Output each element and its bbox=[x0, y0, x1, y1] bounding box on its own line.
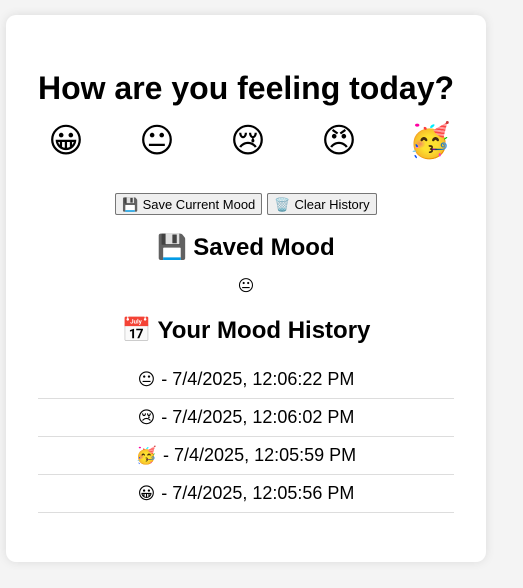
party-face-icon: 🥳 bbox=[135, 445, 158, 465]
page-title: How are you feeling today? bbox=[37, 70, 455, 106]
history-entry-text: - 7/4/2025, 12:05:56 PM bbox=[161, 483, 355, 503]
history-entry: 😢 - 7/4/2025, 12:06:02 PM bbox=[38, 399, 454, 437]
mood-picker: 😀 😐 😢 😠 🥳 bbox=[44, 119, 452, 163]
mood-card: How are you feeling today? 😀 😐 😢 😠 🥳 💾 S… bbox=[6, 15, 486, 562]
grinning-face-icon: 😀 bbox=[137, 483, 156, 503]
action-bar: 💾 Save Current Mood 🗑️ Clear History bbox=[6, 193, 486, 215]
history-entry-text: - 7/4/2025, 12:05:59 PM bbox=[163, 445, 357, 465]
calendar-icon: 📅 bbox=[121, 317, 152, 344]
save-mood-label: Save Current Mood bbox=[142, 196, 256, 212]
history-entry: 🥳 - 7/4/2025, 12:05:59 PM bbox=[38, 437, 454, 475]
angry-face-icon[interactable]: 😠 bbox=[317, 119, 361, 163]
save-mood-button[interactable]: 💾 Save Current Mood bbox=[115, 193, 263, 215]
crying-face-icon: 😢 bbox=[137, 407, 156, 427]
mood-history-heading: 📅 Your Mood History bbox=[6, 316, 486, 346]
party-face-icon[interactable]: 🥳 bbox=[408, 119, 452, 163]
neutral-face-icon[interactable]: 😐 bbox=[135, 119, 179, 163]
trash-icon: 🗑️ bbox=[274, 196, 291, 212]
mood-history-heading-text: Your Mood History bbox=[157, 317, 371, 344]
history-entry: 😐 - 7/4/2025, 12:06:22 PM bbox=[38, 361, 454, 399]
saved-mood-value: 😐 bbox=[237, 278, 255, 295]
history-entry-text: - 7/4/2025, 12:06:22 PM bbox=[161, 369, 355, 389]
history-entry-text: - 7/4/2025, 12:06:02 PM bbox=[161, 407, 355, 427]
crying-face-icon[interactable]: 😢 bbox=[226, 119, 270, 163]
neutral-face-icon: 😐 bbox=[137, 369, 156, 389]
floppy-disk-icon: 💾 bbox=[157, 234, 188, 261]
mood-history-list: 😐 - 7/4/2025, 12:06:22 PM 😢 - 7/4/2025, … bbox=[38, 361, 454, 513]
saved-mood-heading: 💾 Saved Mood bbox=[6, 233, 486, 263]
saved-mood-heading-text: Saved Mood bbox=[193, 234, 335, 261]
clear-history-button[interactable]: 🗑️ Clear History bbox=[267, 193, 377, 215]
floppy-disk-icon: 💾 bbox=[122, 196, 139, 212]
history-entry: 😀 - 7/4/2025, 12:05:56 PM bbox=[38, 475, 454, 513]
clear-history-label: Clear History bbox=[294, 196, 370, 212]
grinning-face-icon[interactable]: 😀 bbox=[44, 119, 88, 163]
